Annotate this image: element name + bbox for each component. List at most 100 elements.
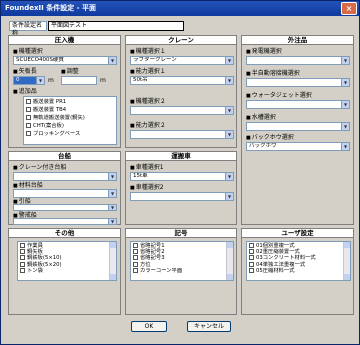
list-item[interactable]: 無軌道搬送装置(鋼矢)	[25, 114, 115, 122]
chevron-down-icon: ▼	[225, 173, 233, 180]
adjust-unit: m	[100, 77, 106, 84]
list-item[interactable]: CHT(案合板)	[25, 122, 115, 130]
panel-header: ユーザ設定	[242, 229, 353, 238]
crane-platform-select[interactable]: ▼	[13, 172, 117, 181]
crane-capacity1-select[interactable]: 50t吊 ▼	[130, 76, 234, 85]
checkbox[interactable]	[20, 267, 25, 273]
external-panel: 外注品 発電機選択 ▼ 半自動溶接機選択 ▼ ウォータジェット選択 ▼ 水槽選択…	[241, 35, 354, 225]
vehicle-type1-select[interactable]: 15t車 ▼	[130, 172, 234, 181]
scrollbar[interactable]	[109, 242, 116, 280]
checkbox[interactable]	[26, 123, 31, 128]
backhoe-label: バックホウ選択	[246, 134, 294, 142]
semi-auto-welder-label: 半自動溶接機選択	[246, 70, 300, 78]
chevron-down-icon: ▼	[341, 123, 349, 130]
guard-boat-select[interactable]: ▼	[13, 218, 117, 225]
list-item[interactable]: 搬送装置 TB4	[25, 106, 115, 114]
checkbox[interactable]	[20, 243, 25, 248]
panel-header: 台船	[9, 152, 120, 161]
crane-platform-label: クレーン付き台船	[13, 164, 67, 172]
chevron-down-icon: ▼	[341, 79, 349, 86]
crane-model1-label: 機種選択１	[130, 48, 166, 56]
checkbox[interactable]	[249, 261, 254, 267]
chevron-down-icon: ▼	[225, 57, 233, 64]
ok-button[interactable]: OK	[131, 321, 167, 332]
accessories-label: 追加品	[13, 88, 37, 96]
title-bar: FoundexII 条件設定 - 平面 ×	[1, 1, 359, 16]
water-tank-select[interactable]: ▼	[246, 122, 350, 131]
condition-name-input[interactable]: 平面図テスト	[48, 21, 184, 31]
checkbox[interactable]	[20, 261, 25, 267]
user-settings-list[interactable]: 01個別重複一式 02重圧縮装置一式 03コンクリート材料一式 04単独工法重複…	[246, 241, 351, 281]
adjust-input[interactable]	[61, 76, 97, 85]
list-item[interactable]: トン袋	[19, 267, 115, 274]
checkbox[interactable]	[249, 267, 254, 273]
symbols-list[interactable]: 省略記号1 省略記号2 省略記号3 方位 カラーコーン平面	[130, 241, 234, 281]
vehicle-type2-select[interactable]: ▼	[130, 192, 234, 201]
crane-model2-select[interactable]: ▼	[130, 106, 234, 115]
chevron-down-icon: ▼	[108, 57, 116, 64]
generator-select[interactable]: ▼	[246, 56, 350, 65]
panel-header: 圧入機	[9, 36, 120, 45]
crane-panel: クレーン 機種選択１ ラフタークレーン▼ 能力選択１ 50t吊▼ 機種選択２ ▼…	[125, 35, 237, 148]
list-item[interactable]: 搬送装置 PR1	[25, 98, 115, 106]
accessories-list[interactable]: 搬送装置 PR1 搬送装置 TB4 無軌道搬送装置(鋼矢) CHT(案合板) ブ…	[23, 96, 117, 145]
checkbox[interactable]	[133, 243, 138, 248]
panel-header: 記号	[126, 229, 236, 238]
checkbox[interactable]	[133, 267, 138, 273]
chevron-down-icon: ▼	[36, 77, 44, 84]
vehicle-panel: 運搬車 車種選択1 15t車▼ 車種選択2 ▼	[125, 151, 237, 225]
length-select[interactable]: 0 ▼	[13, 76, 45, 85]
length-unit: m	[48, 77, 54, 84]
checkbox[interactable]	[133, 255, 138, 261]
generator-label: 発電機選択	[246, 48, 282, 56]
crane-model2-label: 機種選択２	[130, 98, 166, 106]
cancel-button[interactable]: キャンセル	[187, 321, 231, 332]
checkbox[interactable]	[26, 107, 31, 112]
dialog-window: FoundexII 条件設定 - 平面 × 条件設定名称 平面図テスト 圧入機 …	[0, 0, 360, 345]
material-platform-select[interactable]: ▼	[13, 189, 117, 198]
chevron-down-icon: ▼	[108, 173, 116, 180]
checkbox[interactable]	[20, 255, 25, 261]
close-icon[interactable]: ×	[341, 2, 357, 15]
list-item[interactable]: ブロッキングベース	[25, 130, 115, 138]
chevron-down-icon: ▼	[225, 193, 233, 200]
pile-driver-panel: 圧入機 機種選択 SCUECO400S硬質▼ 矢板長 0▼ m 調整 m 追加品…	[8, 35, 121, 148]
waterjet-select[interactable]: ▼	[246, 100, 350, 109]
scrollbar[interactable]	[226, 242, 233, 280]
checkbox[interactable]	[249, 243, 254, 248]
chevron-down-icon: ▼	[108, 219, 116, 224]
window-title: FoundexII 条件設定 - 平面	[5, 4, 96, 12]
length-label: 矢板長	[13, 68, 37, 76]
chevron-down-icon: ▼	[108, 205, 116, 210]
model-select[interactable]: SCUECO400S硬質 ▼	[13, 56, 117, 65]
checkbox[interactable]	[26, 99, 31, 104]
list-item[interactable]: 05圧縮材料一式	[248, 267, 349, 274]
scrollbar[interactable]	[343, 242, 350, 280]
chevron-down-icon: ▼	[225, 77, 233, 84]
chevron-down-icon: ▼	[341, 143, 349, 150]
chevron-down-icon: ▼	[108, 190, 116, 197]
symbols-panel: 記号 省略記号1 省略記号2 省略記号3 方位 カラーコーン平面	[125, 228, 237, 315]
checkbox[interactable]	[249, 249, 254, 255]
checkbox[interactable]	[133, 261, 138, 267]
crane-model1-select[interactable]: ラフタークレーン ▼	[130, 56, 234, 65]
panel-header: その他	[9, 229, 120, 238]
model-select-label: 機種選択	[13, 48, 43, 56]
checkbox[interactable]	[26, 131, 31, 136]
condition-name-label: 条件設定名称	[9, 21, 47, 37]
backhoe-select[interactable]: バックホウ ▼	[246, 142, 350, 151]
tug-select[interactable]: ▼	[13, 204, 117, 211]
user-settings-panel: ユーザ設定 01個別重複一式 02重圧縮装置一式 03コンクリート材料一式 04…	[241, 228, 354, 315]
checkbox[interactable]	[249, 255, 254, 261]
panel-header: クレーン	[126, 36, 236, 45]
semi-auto-welder-select[interactable]: ▼	[246, 78, 350, 87]
list-item[interactable]: カラーコーン平面	[132, 267, 232, 274]
platform-panel: 台船 クレーン付き台船 ▼ 材料台船 ▼ 引船 ▼ 警戒船 ▼	[8, 151, 121, 225]
checkbox[interactable]	[133, 249, 138, 255]
checkbox[interactable]	[20, 249, 25, 255]
vehicle-type2-label: 車種選択2	[130, 184, 164, 192]
checkbox[interactable]	[26, 115, 31, 120]
adjust-label: 調整	[61, 68, 79, 76]
crane-capacity2-select[interactable]: ▼	[130, 130, 234, 139]
other-list[interactable]: 作業員 鋼矢板 鋼鉄板(5×10) 鋼鉄板(5×20) トン袋	[17, 241, 117, 281]
